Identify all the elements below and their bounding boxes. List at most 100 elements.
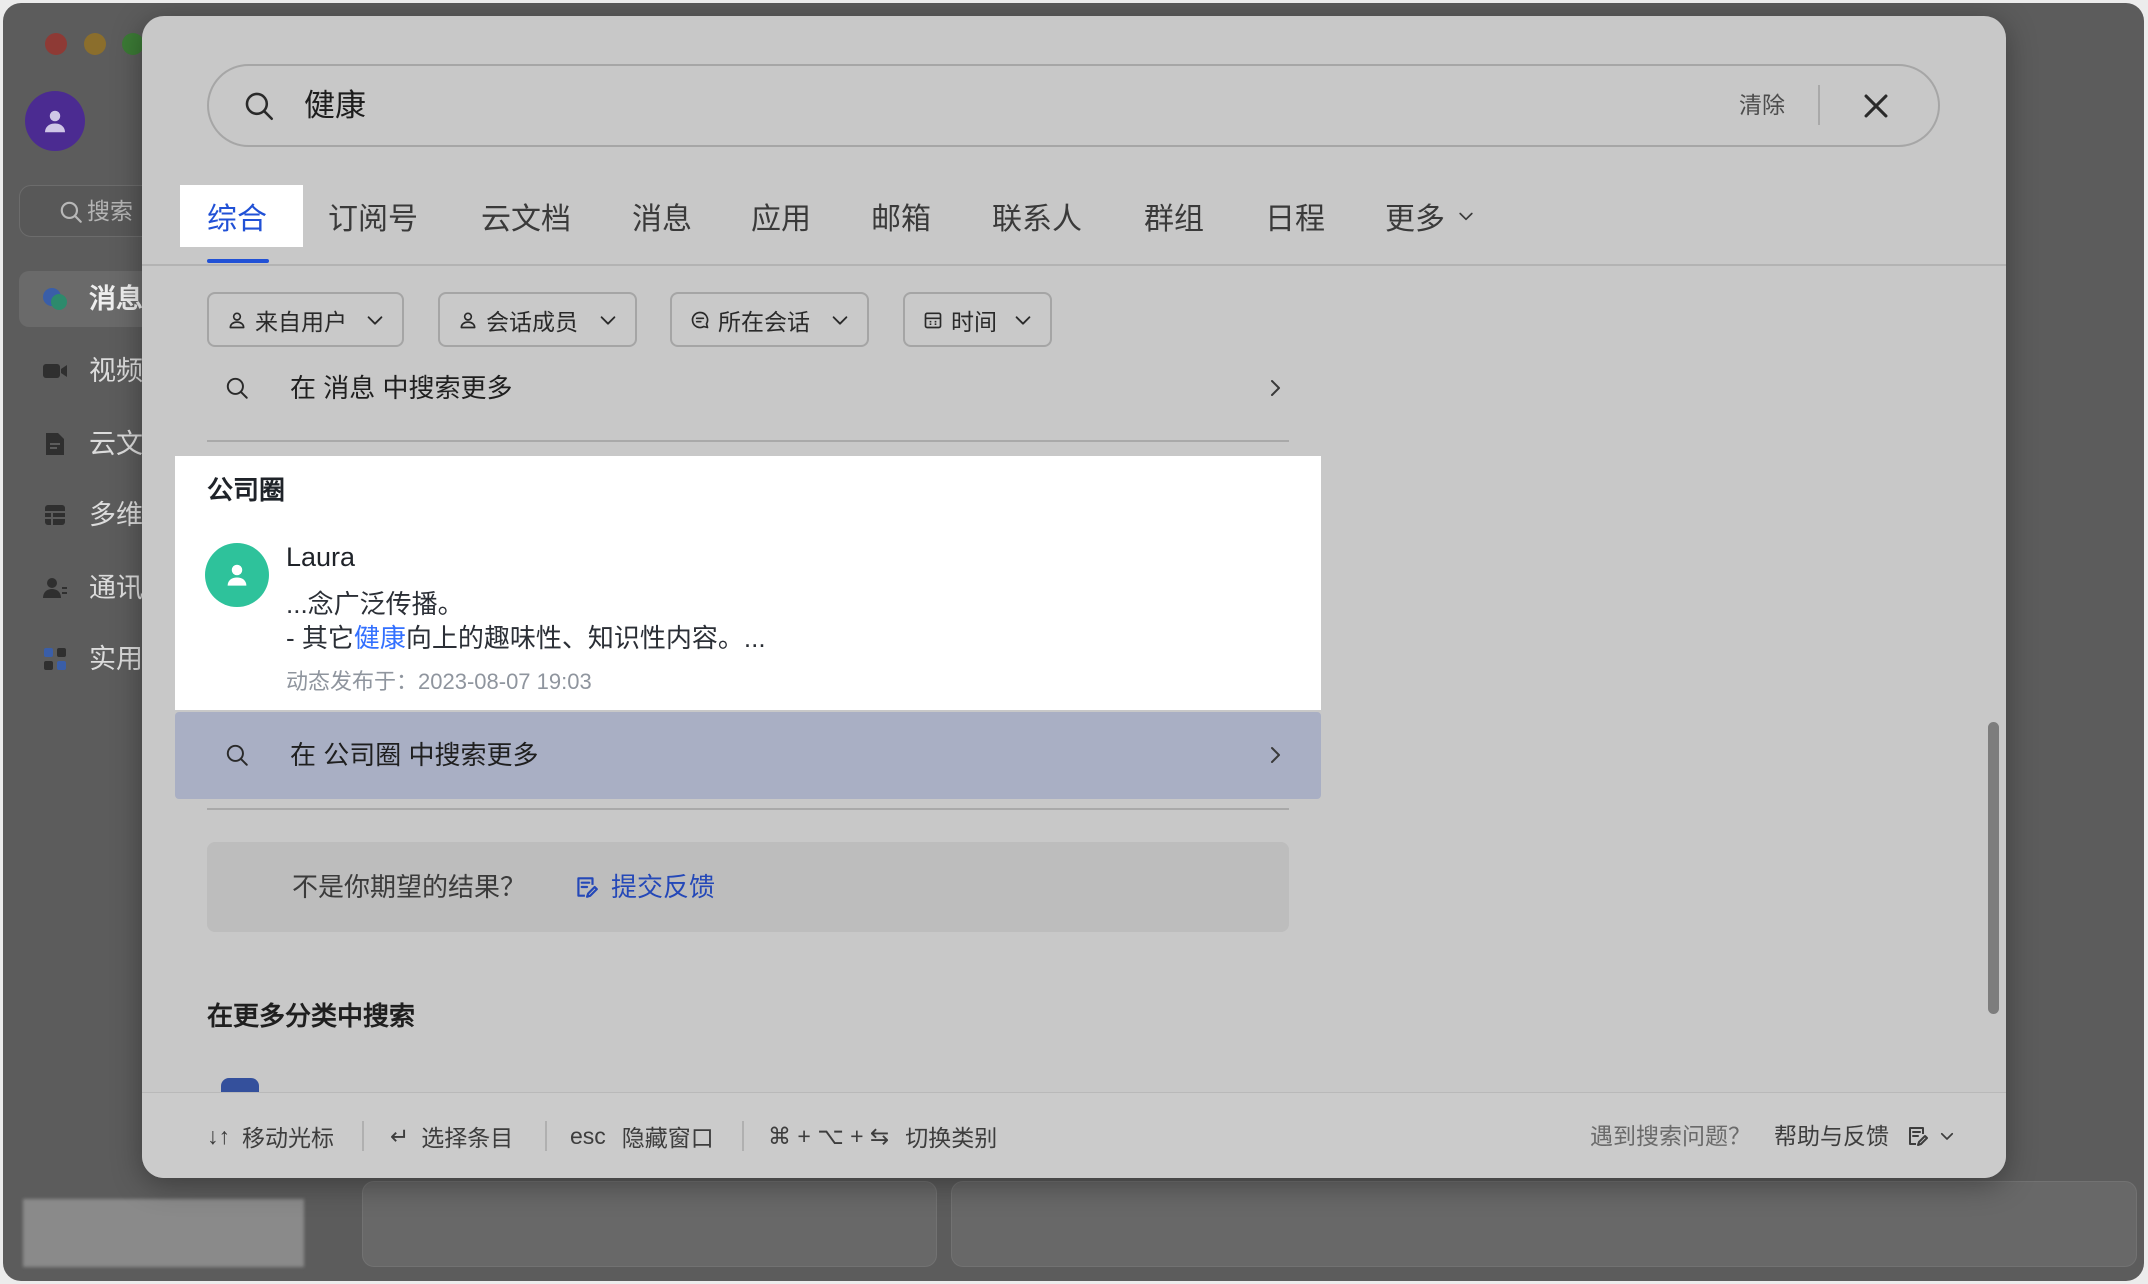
search-divider (1818, 85, 1820, 125)
app-window: 搜索 消息 视频 云文 多维 通讯 实用 健康 清除 综合 订阅号 云文档 消息… (3, 3, 2144, 1281)
filter-time[interactable]: 时间 (903, 292, 1052, 347)
shortcut-move-cursor: ↓↑ 移动光标 (207, 1093, 334, 1178)
window-minimize-light[interactable] (84, 33, 106, 55)
snippet-text: - 其它 (286, 623, 354, 653)
shortcut-hide-window: esc 隐藏窗口 (570, 1093, 714, 1178)
tab-contacts[interactable]: 联系人 (992, 194, 1082, 238)
background-panel-left (362, 1181, 937, 1267)
help-feedback-button[interactable]: 帮助与反馈 (1774, 1093, 1889, 1178)
search-icon (58, 199, 84, 225)
chevron-down-icon (597, 309, 619, 331)
user-avatar[interactable] (25, 91, 85, 151)
person-icon (227, 310, 247, 330)
esc-key: esc (570, 1122, 606, 1149)
chevron-right-icon (1263, 376, 1287, 400)
search-more-label: 在 消息 中搜索更多 (290, 373, 513, 403)
feedback-box: 不是你期望的结果？ 提交反馈 (207, 842, 1289, 932)
filter-label: 所在会话 (718, 308, 810, 335)
chevron-right-icon (1263, 743, 1287, 767)
tab-mail[interactable]: 邮箱 (871, 194, 931, 238)
contacts-icon (41, 574, 69, 602)
footer-separator (362, 1121, 364, 1151)
switch-keys-icon: ⌘ + ⌥ + ⇆ (768, 1122, 890, 1149)
search-more-messages[interactable]: 在 消息 中搜索更多 (175, 360, 1321, 416)
close-icon[interactable] (1859, 89, 1893, 123)
sidebar-item-label: 云文 (89, 429, 143, 459)
sidebar-item-label: 消息 (89, 284, 143, 314)
sidebar-item-label: 通讯 (89, 573, 143, 603)
search-icon (224, 742, 250, 768)
filter-label: 来自用户 (255, 308, 347, 335)
cloud-doc-icon (41, 430, 69, 458)
keyword-highlight: 健康 (353, 623, 406, 653)
tab-calendar[interactable]: 日程 (1265, 194, 1325, 238)
search-icon (242, 89, 276, 123)
footer-separator (742, 1121, 744, 1151)
chevron-down-icon[interactable] (1456, 206, 1476, 226)
shortcut-label: 选择条目 (421, 1125, 514, 1151)
chevron-down-icon (829, 309, 851, 331)
tab-apps[interactable]: 应用 (751, 194, 811, 238)
submit-feedback-link[interactable]: 提交反馈 (611, 842, 715, 932)
tab-cloud-docs[interactable]: 云文档 (481, 194, 571, 238)
help-prompt: 遇到搜索问题？ (1590, 1123, 1751, 1149)
calendar-icon (923, 310, 943, 330)
active-tab-underline (207, 259, 269, 263)
search-query[interactable]: 健康 (304, 66, 366, 145)
feedback-icon[interactable] (573, 874, 599, 900)
chat-icon (690, 310, 710, 330)
arrow-keys-icon: ↓↑ (207, 1122, 230, 1149)
blurred-profile-area (23, 1199, 304, 1267)
moments-section: 公司圈 Laura ...念广泛传播。 - 其它健康向上的趣味性、知识性内容。.… (175, 456, 1321, 710)
section-title: 公司圈 (207, 475, 286, 505)
result-snippet-line-2[interactable]: - 其它健康向上的趣味性、知识性内容。... (286, 618, 766, 655)
snippet-text: 向上的趣味性、知识性内容。... (405, 623, 766, 653)
result-author[interactable]: Laura (286, 542, 355, 573)
shortcut-select-item: ↵ 选择条目 (390, 1093, 513, 1178)
filter-label: 会话成员 (486, 308, 578, 335)
shortcut-label: 移动光标 (242, 1125, 334, 1151)
table-icon (41, 501, 69, 529)
chevron-down-icon (364, 309, 386, 331)
person-icon (458, 310, 478, 330)
shortcut-label: 切换类别 (905, 1125, 998, 1151)
avatar[interactable] (205, 543, 269, 607)
search-modal: 健康 清除 综合 订阅号 云文档 消息 应用 邮箱 联系人 群组 日程 更多 来… (142, 16, 2006, 1178)
chat-bubble-icon (41, 285, 69, 313)
search-input[interactable]: 健康 清除 (207, 64, 1940, 147)
shortcut-label: 隐藏窗口 (621, 1125, 714, 1151)
person-icon (227, 564, 247, 586)
search-icon (224, 375, 250, 401)
chevron-down-icon (1012, 309, 1034, 331)
sidebar-item-label: 多维 (89, 500, 143, 530)
tab-all[interactable]: 综合 (207, 194, 267, 238)
filter-in-chat[interactable]: 所在会话 (670, 292, 869, 347)
filter-from-user[interactable]: 来自用户 (207, 292, 404, 347)
result-snippet-line-1[interactable]: ...念广泛传播。 (286, 584, 464, 621)
search-more-moments[interactable]: 在 公司圈 中搜索更多 (175, 712, 1321, 799)
filter-chat-members[interactable]: 会话成员 (438, 292, 637, 347)
more-categories-title: 在更多分类中搜索 (207, 1001, 416, 1031)
tab-groups[interactable]: 群组 (1144, 194, 1204, 238)
tab-subscriptions[interactable]: 订阅号 (328, 194, 418, 238)
tab-more[interactable]: 更多 (1385, 194, 1445, 238)
shortcut-footer: ↓↑ 移动光标 ↵ 选择条目 esc 隐藏窗口 ⌘ + ⌥ + ⇆ 切换类别 遇… (142, 1092, 2006, 1178)
section-divider (207, 808, 1289, 810)
feedback-icon[interactable] (1905, 1124, 1929, 1148)
sidebar-item-label: 实用 (89, 644, 143, 674)
search-more-label: 在 公司圈 中搜索更多 (290, 740, 539, 770)
sidebar-search-placeholder: 搜索 (87, 198, 133, 224)
tab-messages[interactable]: 消息 (632, 194, 692, 238)
result-timestamp: 动态发布于：2023-08-07 19:03 (286, 669, 592, 694)
apps-icon (41, 645, 69, 673)
section-divider (207, 440, 1289, 442)
window-close-light[interactable] (45, 33, 67, 55)
enter-key-icon: ↵ (390, 1122, 410, 1149)
shortcut-switch-category: ⌘ + ⌥ + ⇆ 切换类别 (768, 1093, 997, 1178)
filter-label: 时间 (951, 308, 997, 335)
clear-button[interactable]: 清除 (1739, 66, 1785, 145)
chevron-down-icon[interactable] (1938, 1127, 1956, 1145)
window-zoom-light[interactable] (122, 33, 144, 55)
video-camera-icon (41, 357, 69, 385)
scrollbar[interactable] (1988, 722, 1999, 1014)
